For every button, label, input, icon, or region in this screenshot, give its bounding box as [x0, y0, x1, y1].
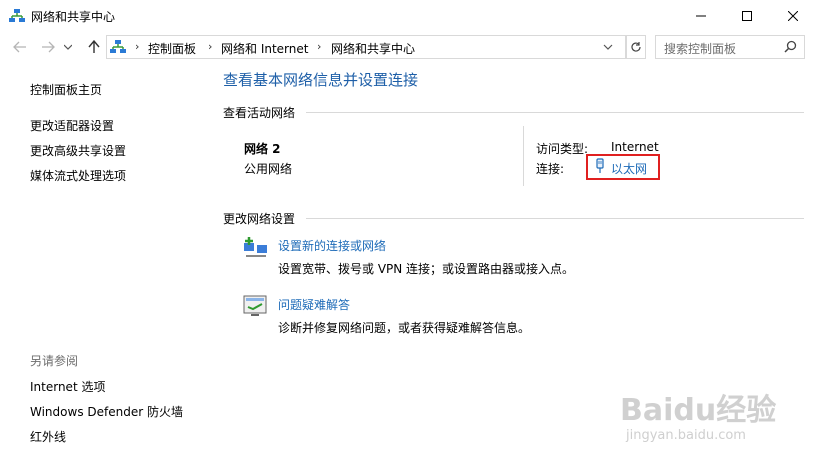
internet-options-link[interactable]: Internet 选项 — [30, 378, 105, 395]
refresh-icon — [631, 42, 641, 52]
breadcrumb-separator-icon: › — [317, 40, 322, 53]
breadcrumb-network-center[interactable]: 网络和共享中心 — [331, 40, 415, 57]
maximize-button[interactable] — [724, 0, 770, 32]
maximize-icon — [742, 11, 752, 21]
page-title: 查看基本网络信息并设置连接 — [223, 71, 419, 89]
section-divider — [306, 112, 804, 113]
network-center-icon — [9, 8, 25, 24]
network-name: 网络 2 — [244, 142, 281, 156]
control-panel-icon — [110, 39, 126, 55]
network-divider — [523, 126, 524, 186]
access-type-label: 访问类型: — [536, 142, 589, 156]
breadcrumb-separator-icon: › — [208, 40, 213, 53]
setup-new-connection-link[interactable]: 设置新的连接或网络 — [278, 237, 386, 254]
change-network-settings-title: 更改网络设置 — [223, 212, 296, 226]
troubleshoot-icon — [243, 295, 267, 317]
change-adapter-settings-link[interactable]: 更改适配器设置 — [30, 117, 114, 134]
change-advanced-sharing-link[interactable]: 更改高级共享设置 — [30, 142, 126, 159]
address-dropdown-button[interactable] — [603, 40, 617, 54]
windows-defender-firewall-link[interactable]: Windows Defender 防火墙 — [30, 403, 183, 420]
window-title: 网络和共享中心 — [31, 10, 116, 24]
new-connection-icon — [243, 235, 269, 259]
breadcrumb-network-internet[interactable]: 网络和 Internet — [221, 40, 308, 57]
active-networks-title: 查看活动网络 — [223, 106, 296, 120]
baidu-watermark-url: jingyan.baidu.com — [626, 428, 746, 443]
baidu-watermark: Baidu经验 — [620, 393, 777, 428]
infrared-link[interactable]: 红外线 — [30, 428, 66, 445]
control-panel-home-link[interactable]: 控制面板主页 — [30, 81, 102, 98]
media-streaming-options-link[interactable]: 媒体流式处理选项 — [30, 167, 126, 184]
access-type-value: Internet — [611, 140, 659, 154]
chevron-down-icon — [603, 44, 613, 50]
connections-label: 连接: — [536, 162, 565, 176]
refresh-button[interactable] — [626, 35, 646, 59]
forward-arrow-icon — [42, 41, 55, 53]
see-also-title: 另请参阅 — [30, 354, 79, 368]
breadcrumb-control-panel[interactable]: 控制面板 — [148, 40, 196, 57]
chevron-down-icon — [64, 44, 72, 50]
recent-locations-button[interactable] — [61, 37, 75, 57]
troubleshoot-link[interactable]: 问题疑难解答 — [278, 296, 350, 313]
forward-button[interactable] — [38, 37, 58, 57]
close-icon — [788, 11, 798, 21]
troubleshoot-desc: 诊断并修复网络问题，或者获得疑难解答信息。 — [278, 321, 531, 335]
ethernet-connection-link[interactable]: 以太网 — [611, 160, 647, 177]
network-type: 公用网络 — [244, 162, 293, 176]
back-button[interactable] — [10, 37, 30, 57]
search-icon[interactable] — [784, 40, 798, 54]
setup-new-connection-desc: 设置宽带、拨号或 VPN 连接；或设置路由器或接入点。 — [278, 262, 575, 276]
close-button[interactable] — [770, 0, 816, 32]
section-divider — [306, 218, 804, 219]
breadcrumb-separator-icon: › — [135, 40, 140, 53]
ethernet-cable-icon — [595, 158, 605, 174]
up-arrow-icon — [88, 40, 100, 53]
minimize-button[interactable] — [678, 0, 724, 32]
up-button[interactable] — [84, 37, 104, 57]
search-placeholder: 搜索控制面板 — [664, 42, 737, 56]
back-arrow-icon — [13, 41, 26, 53]
minimize-icon — [696, 15, 706, 17]
